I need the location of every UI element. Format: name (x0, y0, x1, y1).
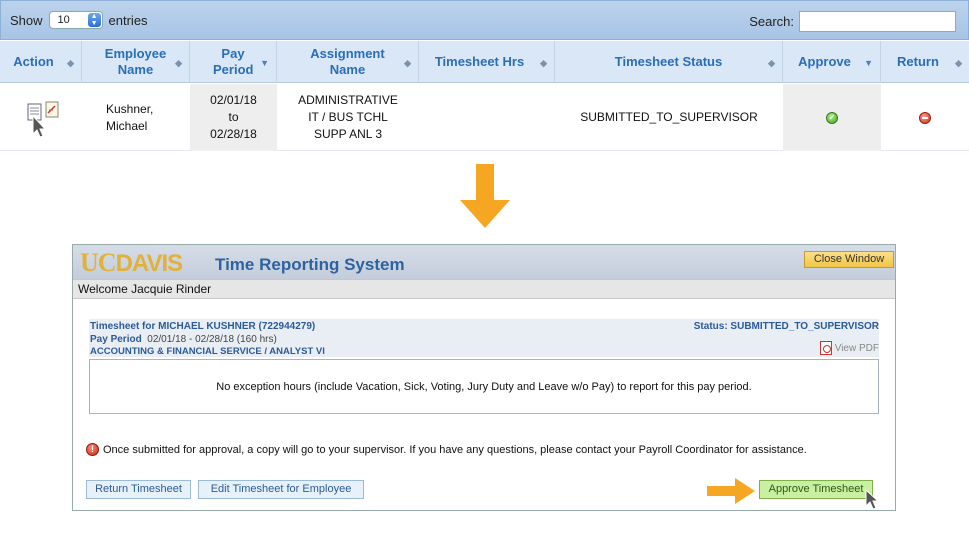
action-cell (0, 84, 82, 151)
time-reporting-window: UCDAVIS Time Reporting System Close Wind… (72, 244, 896, 511)
assignment-name-cell: ADMINISTRATIVE IT / BUS TCHL SUPP ANL 3 (277, 84, 419, 151)
timesheet-for-text: Timesheet for MICHAEL KUSHNER (722944279… (90, 321, 316, 332)
employee-name-cell: Kushner, Michael (82, 84, 190, 151)
exception-message: No exception hours (include Vacation, Si… (216, 380, 752, 393)
edit-timesheet-button[interactable]: Edit Timesheet for Employee (198, 480, 364, 499)
entries-select[interactable]: 10 ▲ ▼ (48, 11, 103, 29)
sort-icon: ◆ (404, 58, 411, 68)
cursor-icon (865, 488, 880, 510)
edit-doc-icon (45, 101, 59, 117)
column-header-approve[interactable]: Approve ▼ (783, 41, 881, 83)
column-header-employee-name[interactable]: Employee Name ◆ (82, 41, 190, 83)
column-header-timesheet-status[interactable]: Timesheet Status ◆ (555, 41, 783, 83)
table-header: Action ◆ Employee Name ◆ Pay Period ▼ Assig… (0, 41, 969, 83)
period-to: to (228, 110, 239, 124)
submission-notice: ! Once submitted for approval, a copy wi… (86, 443, 807, 456)
period-start: 02/01/18 (210, 93, 257, 107)
welcome-bar: Welcome Jacquie Rinder (73, 279, 895, 299)
column-header-pay-period[interactable]: Pay Period ▼ (190, 41, 277, 83)
pay-period-value: 02/01/18 - 02/28/18 (160 hrs) (147, 334, 277, 345)
search-input[interactable] (799, 11, 956, 32)
datatable-toolbar: Show 10 ▲ ▼ entries Search: (0, 0, 969, 40)
search-control: Search: (749, 11, 956, 32)
sort-icon: ◆ (175, 58, 182, 68)
column-header-action[interactable]: Action ◆ (0, 41, 82, 83)
sort-icon: ◆ (955, 58, 962, 68)
column-header-assignment-name[interactable]: Assignment Name ◆ (277, 41, 419, 83)
assignment-line1: ADMINISTRATIVE (298, 93, 398, 107)
entries-label: entries (108, 12, 148, 28)
right-arrow-icon (707, 478, 755, 504)
view-pdf-link[interactable]: View PDF (819, 341, 879, 355)
employee-name-line2: Michael (106, 118, 148, 133)
pdf-icon (819, 341, 832, 355)
search-label: Search: (749, 14, 794, 29)
sort-icon: ◆ (540, 58, 547, 68)
sort-icon: ◆ (768, 58, 775, 68)
period-end: 02/28/18 (210, 127, 257, 141)
table-row: Kushner, Michael 02/01/18 to 02/28/18 AD… (0, 84, 969, 151)
timesheet-hrs-cell (419, 84, 555, 151)
app-banner: UCDAVIS Time Reporting System Close Wind… (73, 245, 895, 279)
sort-desc-icon: ▼ (260, 58, 269, 68)
pay-period-label: Pay Period (90, 334, 142, 345)
select-arrows-icon: ▲ ▼ (87, 13, 101, 27)
approve-cell: ✓ (783, 84, 881, 151)
assignment-line3: SUPP ANL 3 (313, 127, 383, 141)
timesheet-status-text: Status: SUBMITTED_TO_SUPERVISOR (693, 321, 879, 332)
employee-name-line1: Kushner, (106, 101, 154, 116)
app-title: Time Reporting System (215, 255, 405, 274)
column-header-return[interactable]: Return ◆ (881, 41, 969, 83)
department-text: ACCOUNTING & FINANCIAL SERVICE / ANALYST… (90, 346, 325, 357)
approve-check-icon[interactable]: ✓ (826, 111, 838, 124)
return-timesheet-button[interactable]: Return Timesheet (86, 480, 191, 499)
down-arrow-icon (460, 164, 510, 228)
view-pdf-label: View PDF (834, 342, 879, 354)
notice-icon: ! (86, 443, 99, 456)
column-header-timesheet-hrs[interactable]: Timesheet Hrs ◆ (419, 41, 555, 83)
timesheet-summary: Timesheet for MICHAEL KUSHNER (722944279… (89, 319, 879, 357)
pay-period-cell: 02/01/18 to 02/28/18 (190, 84, 277, 151)
sort-desc-icon: ▼ (864, 58, 873, 68)
show-label: Show (10, 12, 43, 28)
sort-icon: ◆ (67, 58, 74, 68)
timesheet-action-icons[interactable] (19, 98, 63, 138)
pay-period-text: Pay Period 02/01/18 - 02/28/18 (160 hrs) (90, 334, 277, 345)
approve-timesheet-button[interactable]: Approve Timesheet (759, 480, 873, 499)
return-cell (881, 84, 969, 151)
ucdavis-logo: UCDAVIS (80, 248, 183, 277)
entries-value: 10 (57, 14, 70, 26)
timesheet-datatable: Show 10 ▲ ▼ entries Search: Action ◆ Emplo… (0, 0, 969, 152)
assignment-line2: IT / BUS TCHL (308, 110, 388, 124)
return-minus-icon[interactable] (919, 111, 931, 124)
entries-length-control: Show 10 ▲ ▼ entries (10, 11, 148, 29)
close-window-button[interactable]: Close Window (804, 251, 894, 268)
notice-text: Once submitted for approval, a copy will… (103, 443, 807, 456)
exception-hours-box: No exception hours (include Vacation, Si… (89, 359, 879, 414)
timesheet-status-cell: SUBMITTED_TO_SUPERVISOR (580, 110, 758, 124)
